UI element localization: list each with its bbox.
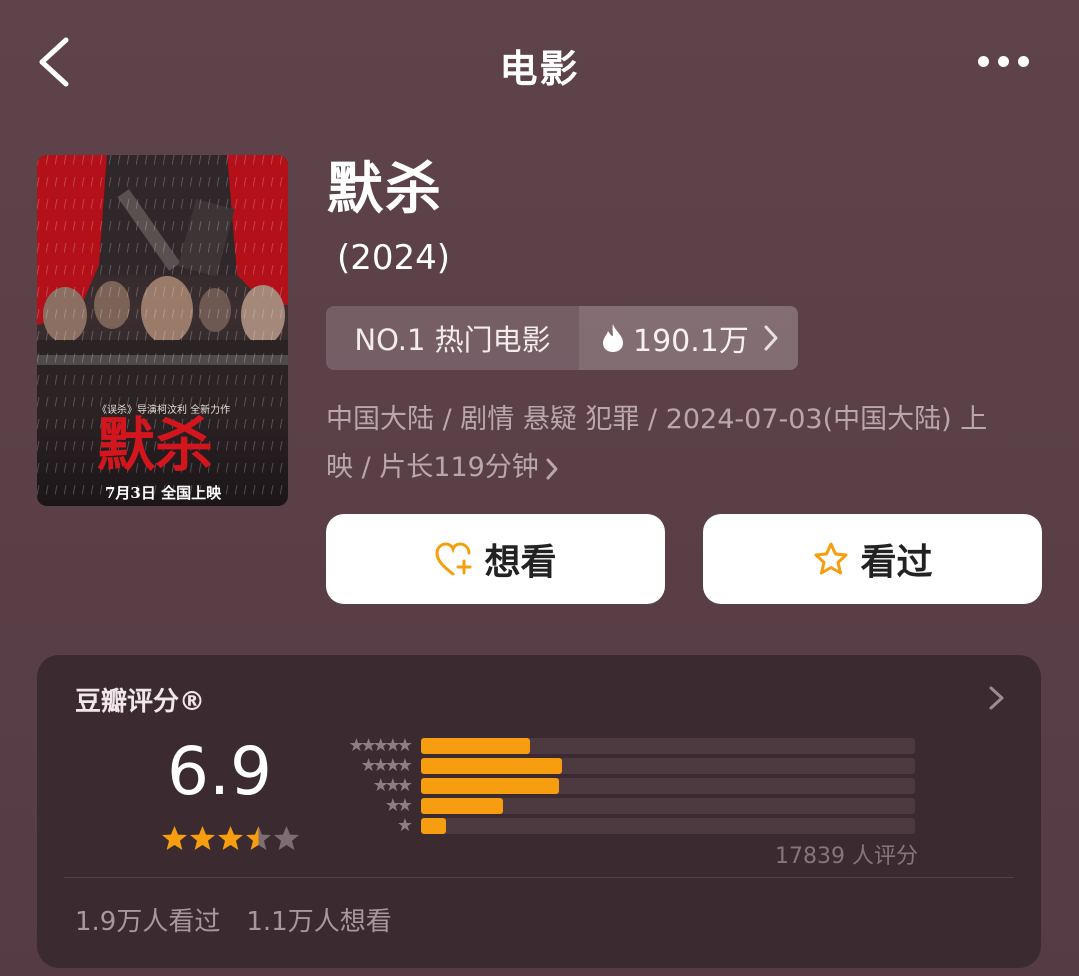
rating-star-icon [162,826,187,850]
heat-button[interactable]: 190.1万 [579,306,798,370]
distribution-stars-icon: ★★★★★ [348,735,413,756]
rating-star-icon [218,826,243,850]
watch-stats: 1.9万人看过 1.1万人想看 [75,901,392,938]
distribution-track [421,758,915,774]
poster-image: 《误杀》导演柯汶利 全新力作 默杀 7月3日 全国上映 [37,155,288,506]
meta-line-1: 中国大陆 / 剧情 悬疑 犯罪 / 2024-07-03(中国大陆) 上 [326,404,988,435]
distribution-track [421,738,915,754]
watched-button[interactable]: 看过 [703,514,1042,604]
distribution-row-3: ★★★ [319,775,919,796]
distribution-row-5: ★★★★★ [319,735,919,756]
more-dot [1018,56,1029,67]
rating-score: 6.9 [167,733,272,810]
watched-count[interactable]: 1.9万人看过 [75,901,220,938]
poster-release-line: 7月3日 全国上映 [105,484,222,502]
seen-label: 看过 [860,542,933,583]
distribution-bar [421,738,530,754]
chevron-right-icon [546,458,558,479]
star-outline-icon [814,542,848,575]
distribution-row-4: ★★★★ [319,755,919,776]
distribution-track [421,798,915,814]
rating-stars [161,825,300,855]
rank-pill: NO.1 热门电影 190.1万 [326,306,798,370]
want-label: 想看 [484,542,557,583]
distribution-bar [421,758,562,774]
heart-plus-icon [435,542,472,576]
distribution-track [421,818,915,834]
distribution-row-2: ★★ [319,795,919,816]
distribution-track [421,778,915,794]
distribution-bar [421,778,560,794]
distribution-bar [421,798,503,814]
meta-line-2-wrap: 映 / 片长119分钟 [326,444,1026,492]
more-horizontal-icon [978,56,989,67]
rating-star-icon [274,826,299,850]
page-title: 电影 [499,47,580,91]
heat-value: 190.1万 [633,324,749,359]
distribution-stars-icon: ★ [396,815,413,836]
meta-line-2: 映 / 片长119分钟 [326,452,539,483]
divider [64,877,1014,878]
want-to-watch-button[interactable]: 想看 [326,514,665,604]
rating-title: 豆瓣评分® [75,687,206,717]
flame-icon [603,324,623,352]
distribution-stars-icon: ★★ [384,795,413,816]
more-dot [998,56,1009,67]
poster-title-art: 默杀 [97,411,213,479]
want-count[interactable]: 1.1万人想看 [246,901,391,938]
rank-label[interactable]: NO.1 热门电影 [326,306,579,370]
distribution-row-1: ★ [319,815,919,836]
rating-star-icon [246,826,271,850]
movie-year: (2024) [337,238,451,278]
rating-count: 17839 人评分 [775,844,918,869]
chevron-right-icon [764,325,778,351]
movie-meta[interactable]: 中国大陆 / 剧情 悬疑 犯罪 / 2024-07-03(中国大陆) 上 映 /… [326,396,1026,492]
distribution-stars-icon: ★★★★ [360,755,413,776]
movie-title: 默杀 [327,157,443,222]
distribution-stars-icon: ★★★ [372,775,413,796]
rating-star-icon [190,826,215,850]
distribution-bar [421,818,446,834]
more-button[interactable] [966,42,1042,82]
movie-poster[interactable]: 《误杀》导演柯汶利 全新力作 默杀 7月3日 全国上映 [37,155,288,506]
rating-card[interactable]: 豆瓣评分® 6.9 ★★★★★ ★★★★ ★★★ ★★ ★ 17839 人评分 1.9万… [37,655,1041,968]
chevron-right-icon[interactable] [986,683,1008,713]
